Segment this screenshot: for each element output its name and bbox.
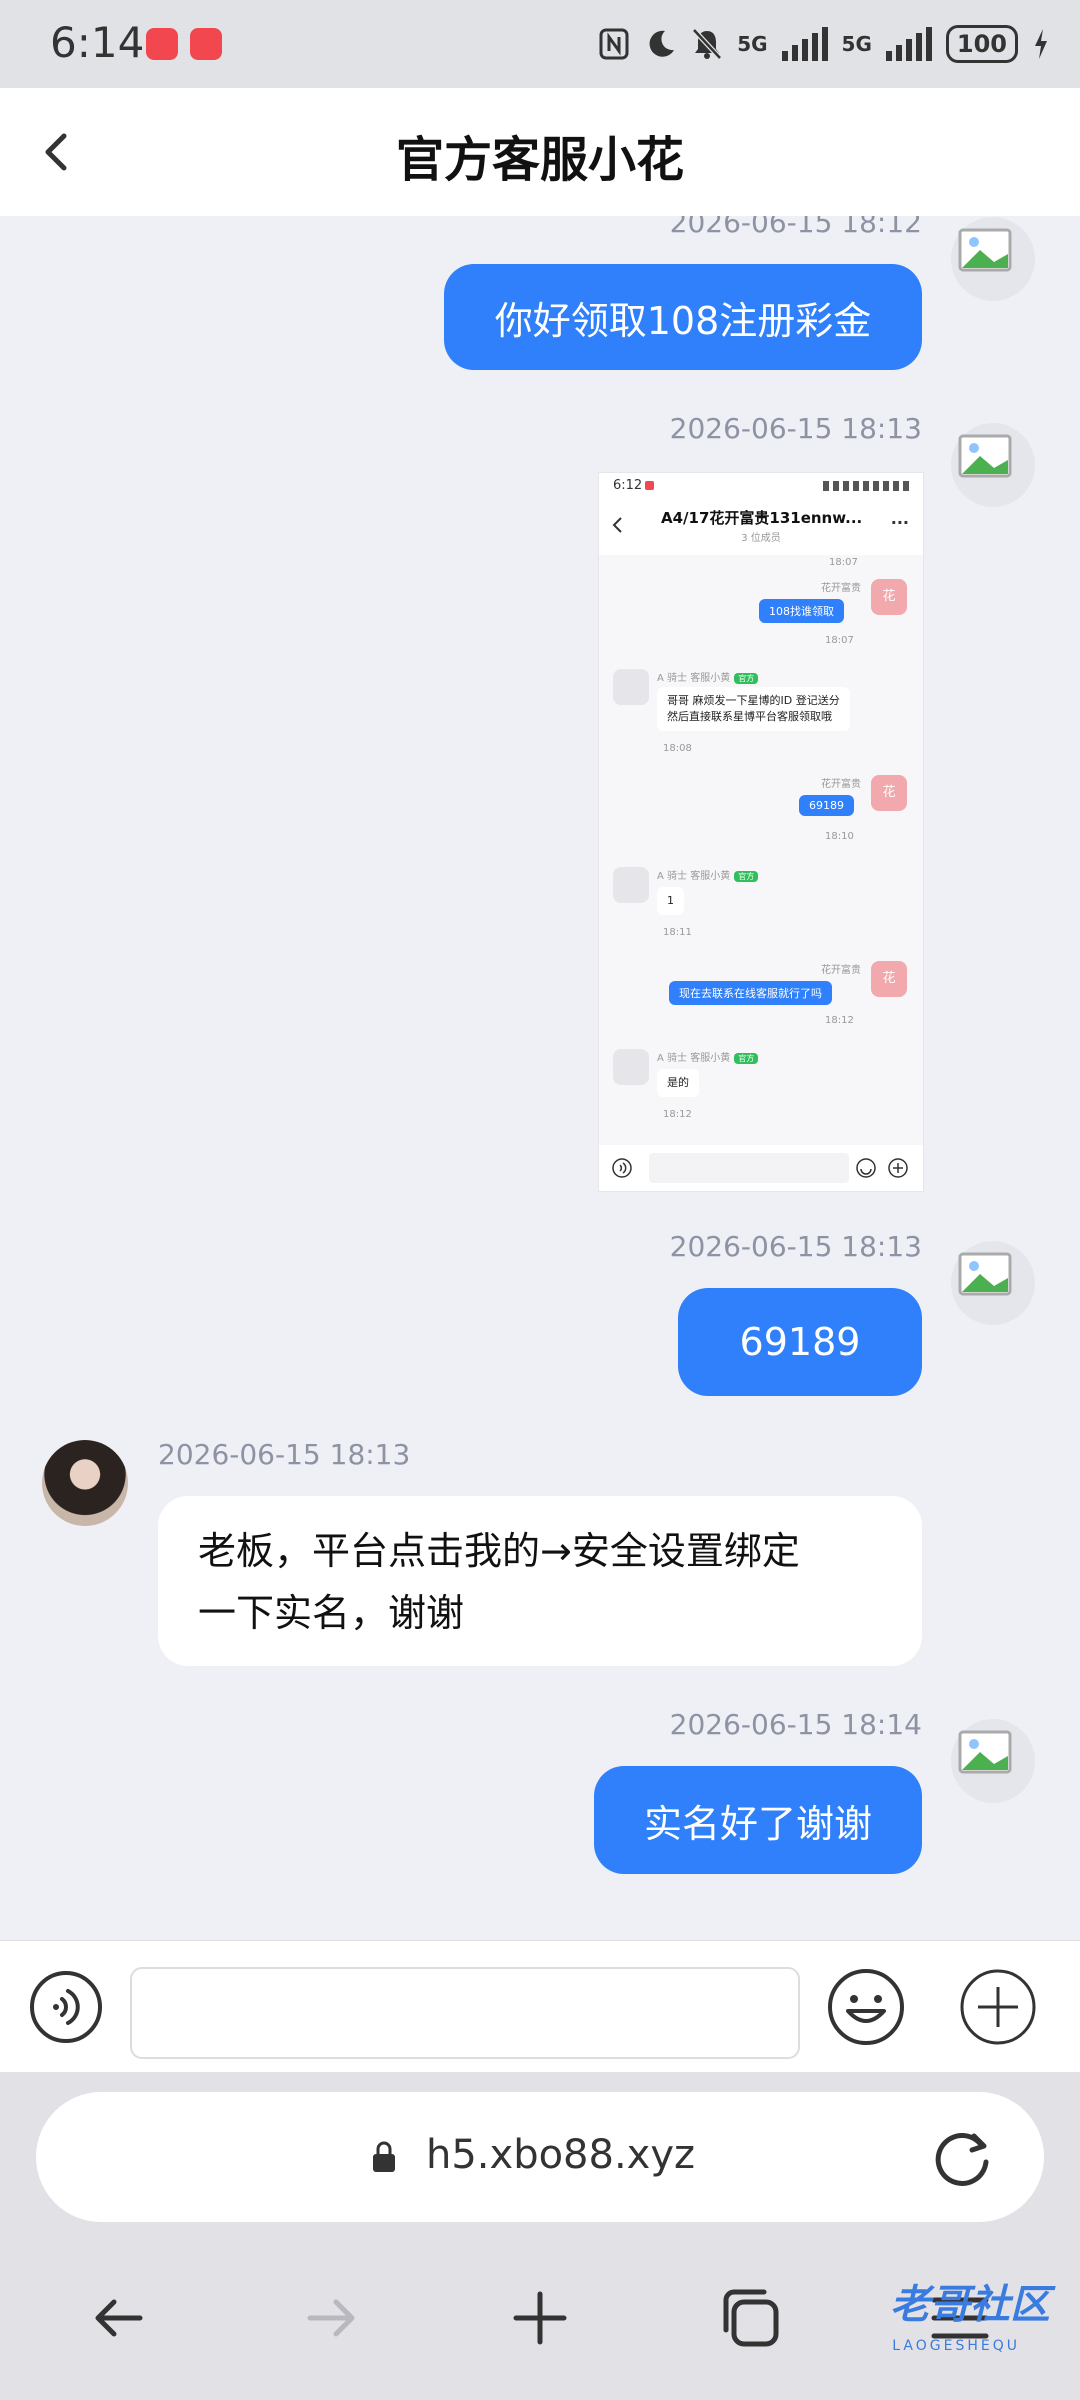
message-timestamp: 2026-06-15 18:12	[669, 216, 922, 239]
embedded-outgoing-bubble: 108找谁领取	[759, 599, 844, 623]
message-text-line: 老板，平台点击我的→安全设置绑定	[198, 1529, 800, 1573]
embedded-incoming-bubble: 哥哥 麻烦发一下星博的ID 登记送分 然后直接联系星博平台客服领取哦	[657, 687, 850, 731]
message-text-line: 一下实名，谢谢	[198, 1591, 465, 1635]
embedded-text-field	[649, 1153, 849, 1183]
add-attachment-icon[interactable]	[958, 1967, 1038, 2047]
embedded-composer	[599, 1145, 923, 1191]
status-bar: 6:14 5G 5G 100	[0, 0, 1080, 88]
embedded-status-bar: 6:12	[599, 473, 923, 499]
nfc-icon	[599, 28, 629, 60]
battery-indicator: 100	[945, 25, 1018, 63]
signal-icon-2	[885, 27, 932, 61]
emoji-icon[interactable]	[826, 1967, 906, 2047]
new-tab-icon[interactable]	[510, 2288, 570, 2348]
user-avatar-placeholder-icon[interactable]	[950, 216, 1036, 302]
notification-book-icon	[190, 28, 222, 60]
status-icons: 5G 5G 100	[597, 20, 1050, 68]
embedded-chat-title: A4/17花开富贵131ennw...	[661, 509, 863, 527]
embedded-sender-name: A 骑士 客服小黄 官方	[657, 669, 759, 684]
embedded-timestamp: 18:10	[825, 831, 854, 842]
chat-message-list[interactable]: 2026-06-15 18:12 你好领取108注册彩金 2026-06-15 …	[0, 216, 1080, 1940]
chat-header: 官方客服小花	[0, 88, 1080, 216]
url-text: h5.xbo88.xyz	[426, 2132, 696, 2178]
embedded-member-count: 3 位成员	[741, 533, 781, 544]
embedded-plus-icon	[888, 1158, 908, 1178]
network-5g-label: 5G	[737, 32, 768, 56]
embedded-status-icons	[823, 481, 913, 491]
user-avatar-placeholder-icon[interactable]	[950, 422, 1036, 508]
reload-icon[interactable]	[932, 2126, 994, 2188]
message-timestamp: 2026-06-15 18:14	[669, 1708, 922, 1741]
embedded-sender-name: 花开富贵	[821, 583, 861, 594]
embedded-avatar-service	[613, 669, 649, 705]
embedded-red-icon	[645, 481, 654, 490]
outgoing-message-bubble[interactable]: 69189	[678, 1288, 922, 1396]
browser-nav-row: 老哥社区 LAOGESHEQU	[0, 2252, 1080, 2382]
embedded-incoming-bubble: 是的	[657, 1069, 699, 1097]
browser-toolbar: h5.xbo88.xyz 老哥社区 LAOGESHEQU	[0, 2072, 1080, 2400]
status-time: 6:14	[50, 18, 145, 67]
embedded-emoji-icon	[856, 1158, 876, 1178]
watermark-subtext: LAOGESHEQU	[892, 2338, 1020, 2354]
embedded-outgoing-bubble: 现在去联系在线客服就行了吗	[669, 981, 832, 1005]
message-timestamp: 2026-06-15 18:13	[669, 412, 922, 445]
outgoing-message-bubble[interactable]: 实名好了谢谢	[594, 1766, 922, 1874]
charging-icon	[1035, 29, 1047, 59]
watermark-logo: 老哥社区	[890, 2282, 1050, 2328]
embedded-chat-header: A4/17花开富贵131ennw... 3 位成员 ...	[599, 499, 923, 555]
notification-app-icon	[146, 28, 178, 60]
outgoing-message-bubble[interactable]: 你好领取108注册彩金	[444, 264, 922, 370]
embedded-avatar-service	[613, 867, 649, 903]
voice-input-icon[interactable]	[28, 1969, 104, 2045]
mute-bell-icon	[692, 28, 723, 60]
embedded-sender-name: A 骑士 客服小黄 官方	[657, 867, 759, 882]
embedded-sender-name: 花开富贵	[821, 965, 861, 976]
embedded-timestamp: 18:07	[829, 557, 858, 568]
message-input[interactable]	[130, 1967, 800, 2059]
embedded-sender-name: A 骑士 客服小黄 官方	[657, 1049, 759, 1064]
chat-title: 官方客服小花	[395, 132, 684, 188]
service-agent-avatar[interactable]	[42, 1440, 128, 1526]
signal-icon	[781, 27, 828, 61]
embedded-voice-icon	[612, 1158, 632, 1178]
message-text: 69189	[739, 1320, 861, 1364]
embedded-avatar-flower: 花	[871, 961, 907, 997]
image-message-screenshot[interactable]: 6:12 A4/17花开富贵131ennw... 3 位成员 ... 18:07…	[598, 472, 924, 1192]
incoming-message-bubble[interactable]: 老板，平台点击我的→安全设置绑定 一下实名，谢谢	[158, 1496, 922, 1666]
user-avatar-placeholder-icon[interactable]	[950, 1718, 1036, 1804]
embedded-timestamp: 18:08	[663, 743, 692, 754]
embedded-timestamp: 18:07	[825, 635, 854, 646]
network-5g-label-2: 5G	[841, 32, 872, 56]
embedded-avatar-flower: 花	[871, 579, 907, 615]
embedded-timestamp: 18:11	[663, 927, 692, 938]
forward-icon[interactable]	[300, 2288, 360, 2348]
embedded-sender-name: 花开富贵	[821, 779, 861, 790]
lock-icon	[373, 2141, 395, 2172]
message-timestamp: 2026-06-15 18:13	[669, 1230, 922, 1263]
message-timestamp: 2026-06-15 18:13	[158, 1438, 411, 1471]
embedded-avatar-service	[613, 1049, 649, 1085]
message-composer	[0, 1940, 1080, 2073]
message-text: 实名好了谢谢	[643, 1801, 872, 1846]
embedded-incoming-bubble: 1	[657, 887, 684, 915]
embedded-more-icon: ...	[890, 509, 909, 528]
embedded-outgoing-bubble: 69189	[799, 795, 854, 816]
embedded-timestamp: 18:12	[825, 1015, 854, 1026]
moon-icon	[649, 30, 675, 57]
back-icon[interactable]	[90, 2288, 150, 2348]
embedded-status-time: 6:12	[613, 478, 643, 493]
tabs-icon[interactable]	[716, 2284, 784, 2352]
embedded-avatar-flower: 花	[871, 775, 907, 811]
address-bar[interactable]: h5.xbo88.xyz	[36, 2092, 1044, 2222]
message-text: 你好领取108注册彩金	[494, 298, 872, 343]
user-avatar-placeholder-icon[interactable]	[950, 1240, 1036, 1326]
embedded-timestamp: 18:12	[663, 1109, 692, 1120]
